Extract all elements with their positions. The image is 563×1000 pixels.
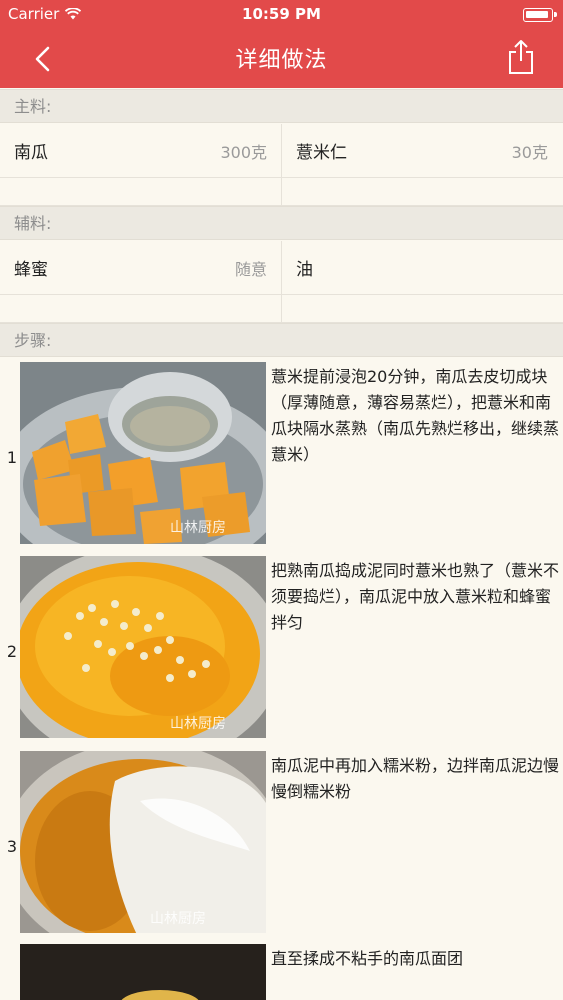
aux-ingredients-row: 蜂蜜 随意 油 — [0, 241, 563, 295]
step-item: 3 山林厨房 南瓜泥中再加入糯米粉，边拌南瓜泥边慢慢倒糯米粉 — [0, 751, 563, 943]
share-icon — [509, 40, 533, 74]
step-text: 薏米提前浸泡20分钟，南瓜去皮切成块（厚薄随意，薄容易蒸烂），把薏米和南瓜块隔水… — [271, 367, 560, 464]
ingredient-cell: 薏米仁 30克 — [281, 124, 562, 177]
aux-ingredients-header: 辅料: — [0, 206, 563, 240]
ingredient-cell: 蜂蜜 随意 — [0, 241, 281, 294]
step-number: 1 — [6, 448, 18, 467]
main-ingredients-header: 主料: — [0, 89, 563, 123]
empty-cell — [281, 178, 562, 205]
steps-header: 步骤: — [0, 323, 563, 357]
ingredient-name: 南瓜 — [14, 143, 48, 163]
step-photo: 山林厨房 — [20, 362, 266, 544]
step-item: 直至揉成不粘手的南瓜面团 — [0, 944, 563, 1000]
empty-cell — [0, 295, 281, 322]
step-item: 1 山林厨房 薏米提前浸泡20分钟，南瓜去皮切成块（厚薄随意，薄容易蒸烂），把薏… — [0, 362, 563, 554]
step-number: 2 — [6, 642, 18, 661]
status-time: 10:59 PM — [242, 5, 321, 23]
ingredient-cell: 油 — [281, 241, 562, 294]
step-text: 南瓜泥中再加入糯米粉，边拌南瓜泥边慢慢倒糯米粉 — [271, 756, 560, 801]
header: Carrier 10:59 PM 详细做法 — [0, 0, 563, 88]
ingredient-amount: 300克 — [220, 142, 267, 162]
empty-ingredient-row — [0, 178, 563, 206]
empty-ingredient-row — [0, 295, 563, 323]
step-text: 直至揉成不粘手的南瓜面团 — [271, 949, 464, 968]
watermark: 山林厨房 — [170, 520, 226, 536]
ingredient-name: 薏米仁 — [296, 143, 347, 163]
step-number: 3 — [6, 837, 18, 856]
ingredient-cell: 南瓜 300克 — [0, 124, 281, 177]
main-ingredients-row: 南瓜 300克 薏米仁 30克 — [0, 124, 563, 178]
watermark: 山林厨房 — [170, 716, 226, 732]
ingredient-amount: 随意 — [234, 259, 267, 279]
step-photo — [20, 944, 266, 1000]
battery-icon — [523, 8, 557, 22]
nav-bar: 详细做法 — [0, 30, 563, 88]
status-bar: Carrier 10:59 PM — [0, 0, 563, 30]
ingredient-name: 油 — [296, 260, 313, 280]
watermark: 山林厨房 — [150, 911, 206, 927]
step-photo: 山林厨房 — [20, 751, 266, 933]
empty-cell — [0, 178, 281, 205]
page-title: 详细做法 — [235, 48, 328, 73]
ingredient-name: 蜂蜜 — [14, 260, 48, 280]
step-text: 把熟南瓜捣成泥同时薏米也熟了（薏米不须要捣烂），南瓜泥中放入薏米粒和蜂蜜拌匀 — [271, 561, 560, 632]
empty-cell — [281, 295, 562, 322]
share-button[interactable] — [501, 36, 541, 78]
step-photo: 山林厨房 — [20, 556, 266, 738]
step-item: 2 山林厨房 把熟南瓜捣成泥同时薏米也熟了（薏米不须要捣烂），南瓜泥中放入薏米粒… — [0, 556, 563, 748]
ingredient-amount: 30克 — [511, 142, 548, 162]
